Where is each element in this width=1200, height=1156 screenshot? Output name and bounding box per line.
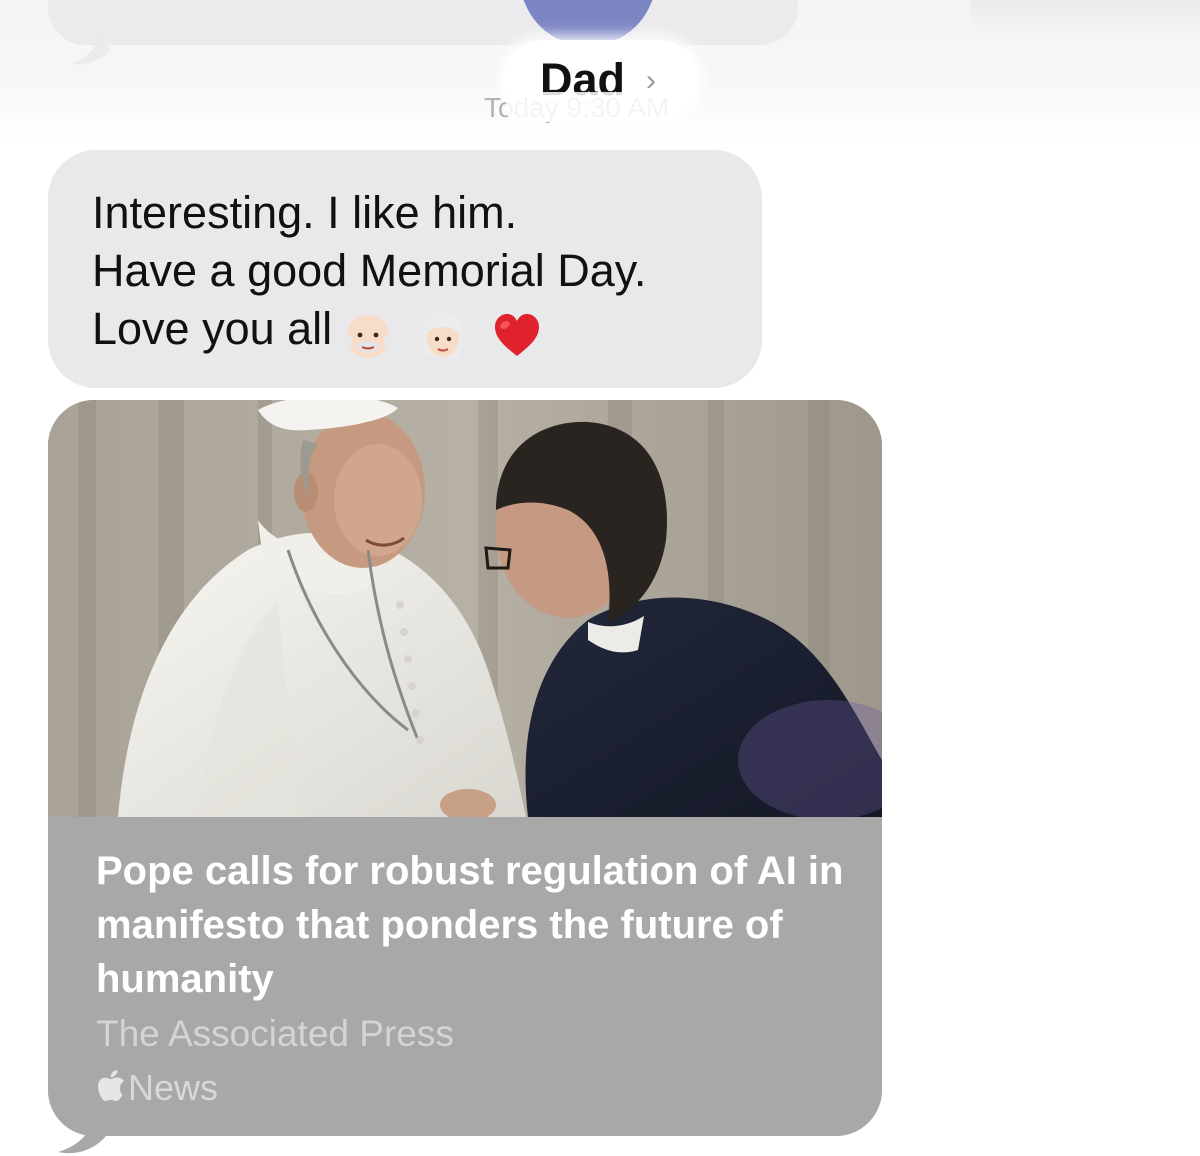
header-right-shadow	[970, 0, 1200, 40]
message-line-3-text: Love you all	[92, 303, 333, 354]
article-photo[interactable]	[48, 400, 882, 821]
timestamp-blur-overlay	[506, 92, 682, 122]
message-line-1: Interesting. I like him.	[92, 187, 518, 238]
message-line-2: Have a good Memorial Day.	[92, 245, 647, 296]
apple-icon	[96, 1070, 126, 1114]
red-heart-emoji	[491, 309, 543, 361]
old-man-emoji	[342, 309, 394, 361]
news-app-text: News	[128, 1067, 219, 1108]
message-line-3: Love you all	[92, 300, 646, 361]
article-headline[interactable]: Pope calls for robust regulation of AI i…	[96, 844, 856, 1006]
article-source: The Associated Press	[96, 1013, 454, 1054]
news-app-label: News	[96, 1066, 218, 1114]
emoji-row	[342, 303, 553, 361]
previous-bubble-tail	[72, 34, 110, 65]
old-woman-emoji	[417, 309, 469, 361]
message-text: Interesting. I like him. Have a good Mem…	[92, 184, 646, 361]
previous-message-bubble[interactable]: family	[48, 0, 798, 45]
link-preview-bubble-tail	[58, 1120, 106, 1154]
